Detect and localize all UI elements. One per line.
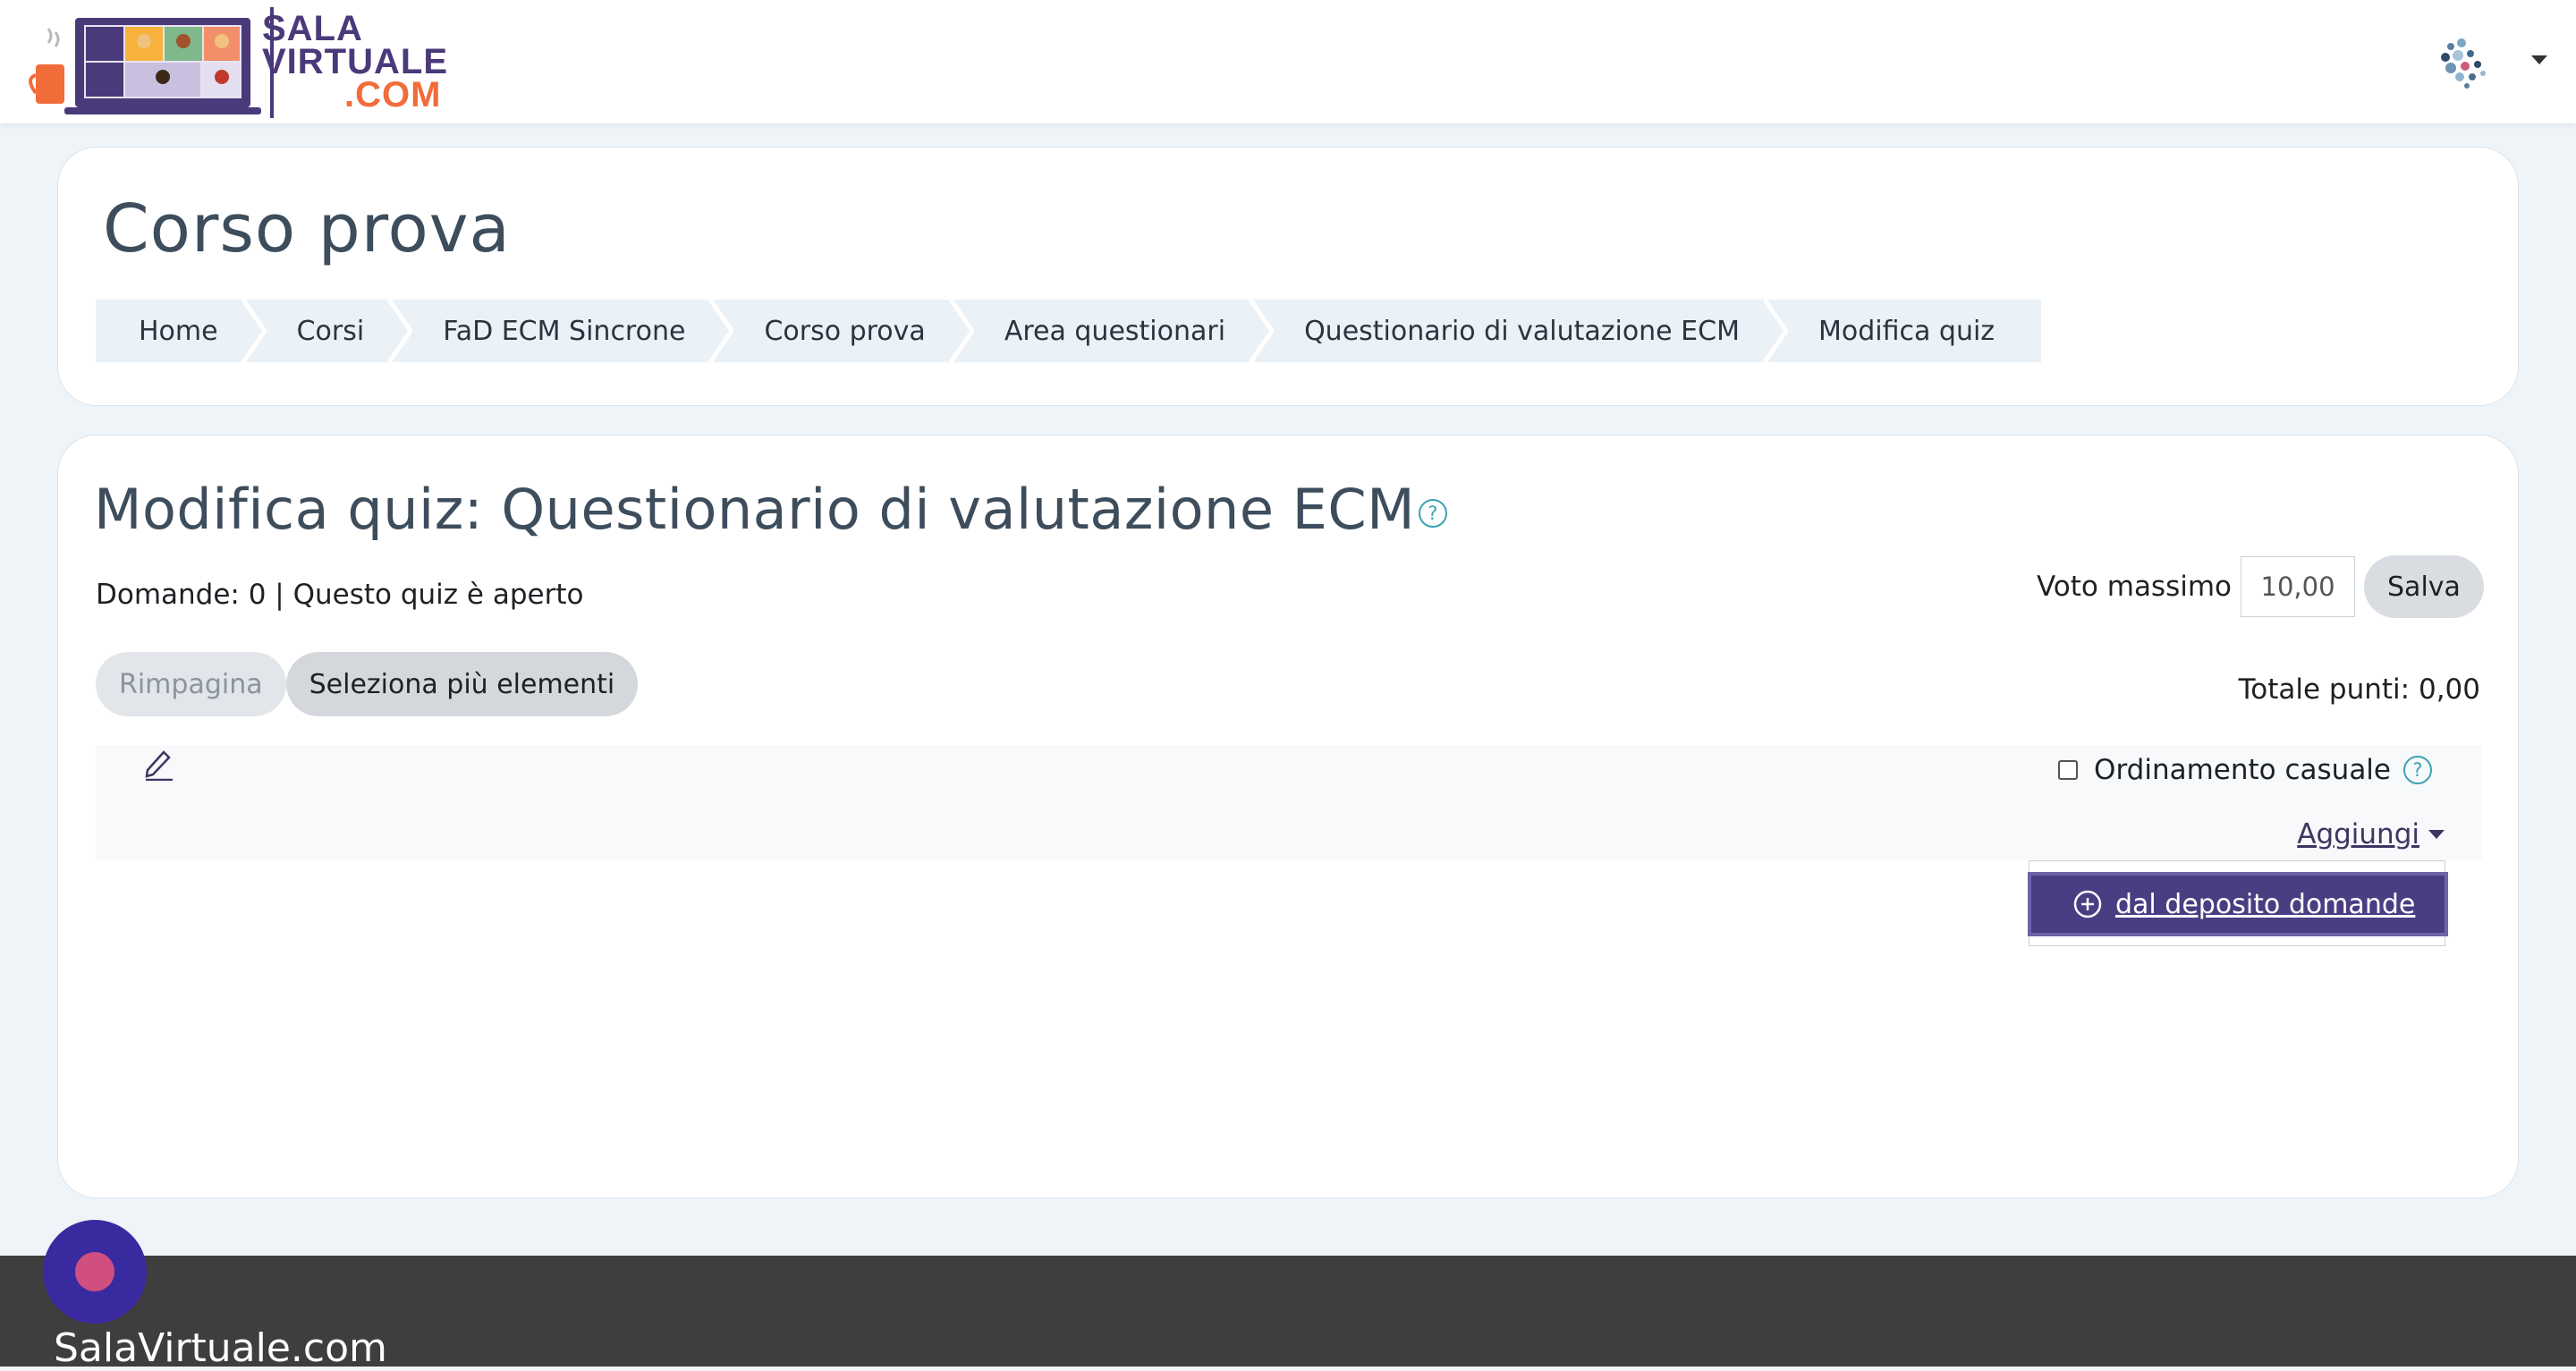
- breadcrumb-item-modifica-quiz: Modifica quiz: [1775, 300, 2030, 362]
- breadcrumb-item-home[interactable]: Home: [96, 300, 267, 362]
- quiz-title-text: Modifica quiz: Questionario di valutazio…: [94, 477, 1416, 542]
- breadcrumb-item-corso-prova[interactable]: Corso prova: [721, 300, 974, 362]
- logo-illustration-icon: [29, 7, 274, 118]
- breadcrumb-label: Corso prova: [764, 315, 926, 347]
- record-dot-icon: [75, 1252, 114, 1291]
- footer-site-name: SalaVirtuale.com: [54, 1325, 387, 1371]
- user-menu[interactable]: [2433, 34, 2558, 97]
- pencil-icon[interactable]: [142, 745, 174, 781]
- breadcrumb-label: Home: [139, 315, 218, 347]
- breadcrumb-label: FaD ECM Sincrone: [443, 315, 686, 347]
- add-from-question-bank[interactable]: dal deposito domande: [2028, 872, 2448, 936]
- avatar-icon: [2441, 38, 2486, 89]
- course-title: Corso prova: [103, 190, 511, 267]
- logo-line-3: .COM: [344, 75, 442, 114]
- breadcrumb-item-area-questionari[interactable]: Area questionari: [962, 300, 1275, 362]
- top-navbar: SALA VIRTUALE .COM: [0, 0, 2576, 123]
- caret-down-icon: [2428, 830, 2445, 839]
- breadcrumb-label: Questionario di valutazione ECM: [1304, 315, 1740, 347]
- help-icon[interactable]: ?: [2403, 756, 2432, 784]
- logo-wordmark: SALA VIRTUALE .COM: [262, 9, 448, 114]
- record-button[interactable]: [43, 1220, 147, 1324]
- quiz-status: Domande: 0 | Questo quiz è aperto: [96, 579, 584, 611]
- breadcrumb: Home Corsi FaD ECM Sincrone Corso prova …: [96, 300, 2042, 362]
- logo-line-2: VIRTUALE: [262, 42, 448, 81]
- select-multiple-button[interactable]: Seleziona più elementi: [285, 652, 639, 716]
- quiz-toolbar: Rimpagina Seleziona più elementi: [96, 652, 639, 716]
- add-menu-toggle[interactable]: Aggiungi: [2297, 818, 2445, 851]
- repaginate-button[interactable]: Rimpagina: [96, 652, 286, 716]
- add-from-bank-label: dal deposito domande: [2115, 888, 2416, 920]
- save-button[interactable]: Salva: [2364, 555, 2484, 618]
- plus-circle-icon: [2073, 890, 2102, 918]
- breadcrumb-label: Area questionari: [1004, 315, 1226, 347]
- page-footer: SalaVirtuale.com: [0, 1256, 2576, 1371]
- add-label: Aggiungi: [2297, 818, 2419, 851]
- max-grade-input[interactable]: [2241, 556, 2356, 617]
- breadcrumb-item-questionario[interactable]: Questionario di valutazione ECM: [1261, 300, 1788, 362]
- total-points: Totale punti: 0,00: [2238, 673, 2480, 706]
- breadcrumb-item-fad-ecm-sincrone[interactable]: FaD ECM Sincrone: [400, 300, 734, 362]
- page-header: Corso prova Home Corsi FaD ECM Sincrone …: [57, 147, 2519, 406]
- quiz-title: Modifica quiz: Questionario di valutazio…: [94, 477, 1448, 542]
- logo-line-1: SALA: [262, 9, 363, 48]
- add-dropdown-menu: dal deposito domande: [2028, 860, 2448, 946]
- shuffle-checkbox[interactable]: [2058, 760, 2079, 780]
- quiz-edit-panel: Modifica quiz: Questionario di valutazio…: [57, 435, 2519, 1198]
- breadcrumb-label: Corsi: [296, 315, 365, 347]
- chevron-down-icon[interactable]: [2531, 55, 2547, 64]
- breadcrumb-item-corsi[interactable]: Corsi: [254, 300, 413, 362]
- max-grade-label: Voto massimo: [2037, 571, 2233, 603]
- max-grade-form: Voto massimo Salva: [2037, 555, 2484, 618]
- quiz-section: Ordinamento casuale ? Aggiungi: [96, 745, 2482, 859]
- breadcrumb-label: Modifica quiz: [1818, 315, 1996, 347]
- shuffle-label: Ordinamento casuale: [2094, 754, 2391, 786]
- help-icon[interactable]: ?: [1419, 498, 1448, 528]
- shuffle-option: Ordinamento casuale ?: [2058, 754, 2432, 786]
